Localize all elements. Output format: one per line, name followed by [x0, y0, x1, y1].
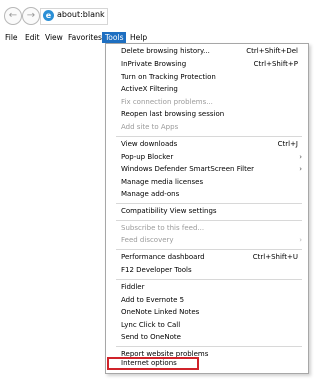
menu-item-fiddler[interactable]: Fiddler — [106, 282, 308, 293]
back-button[interactable]: ← — [4, 7, 22, 25]
menu-file[interactable]: File — [2, 32, 21, 43]
submenu-arrow-icon: › — [299, 236, 302, 244]
menu-separator — [116, 279, 302, 280]
menu-item-activex-filtering[interactable]: ActiveX Filtering — [106, 84, 308, 95]
tools-menu: Delete browsing history... Ctrl+Shift+De… — [105, 43, 309, 374]
menu-item-reopen-last-session[interactable]: Reopen last browsing session — [106, 109, 308, 120]
menu-item-performance-dashboard[interactable]: Performance dashboard Ctrl+Shift+U — [106, 252, 308, 263]
menu-item-send-to-onenote[interactable]: Send to OneNote — [106, 332, 308, 343]
menu-edit[interactable]: Edit — [22, 32, 43, 43]
menu-separator — [116, 136, 302, 137]
address-bar[interactable]: e about:blank — [40, 8, 108, 25]
menu-item-onenote-linked-notes[interactable]: OneNote Linked Notes — [106, 307, 308, 318]
menu-item-f12-developer-tools[interactable]: F12 Developer Tools — [106, 265, 308, 276]
menu-item-lync-click-to-call[interactable]: Lync Click to Call — [106, 320, 308, 331]
submenu-arrow-icon: › — [299, 153, 302, 161]
menu-separator — [116, 220, 302, 221]
menu-item-tracking-protection[interactable]: Turn on Tracking Protection — [106, 72, 308, 83]
menu-separator — [116, 203, 302, 204]
menu-item-add-site-to-apps: Add site to Apps — [121, 123, 179, 131]
address-url[interactable]: about:blank — [57, 10, 105, 19]
back-arrow-icon: ← — [8, 10, 18, 21]
menu-favorites[interactable]: Favorites — [65, 32, 105, 43]
menu-item-inprivate-browsing[interactable]: InPrivate Browsing Ctrl+Shift+P — [106, 59, 308, 70]
menu-item-add-to-evernote[interactable]: Add to Evernote 5 — [106, 295, 308, 306]
submenu-arrow-icon: › — [299, 165, 302, 173]
internet-explorer-icon: e — [43, 10, 54, 21]
menu-item-manage-media-licenses[interactable]: Manage media licenses — [106, 177, 308, 188]
menu-separator — [116, 249, 302, 250]
menu-item-smartscreen-filter[interactable]: Windows Defender SmartScreen Filter › — [106, 164, 308, 175]
menu-separator — [116, 346, 302, 347]
internet-options-highlight-box — [107, 357, 199, 370]
menu-view[interactable]: View — [42, 32, 66, 43]
menu-item-compatibility-view-settings[interactable]: Compatibility View settings — [106, 206, 308, 217]
menu-item-manage-add-ons[interactable]: Manage add-ons — [106, 189, 308, 200]
menu-item-view-downloads[interactable]: View downloads Ctrl+J — [106, 139, 308, 150]
menu-item-popup-blocker[interactable]: Pop-up Blocker › — [106, 152, 308, 163]
forward-arrow-icon: → — [26, 10, 36, 21]
menu-tools[interactable]: Tools — [102, 32, 127, 43]
menu-help[interactable]: Help — [127, 32, 150, 43]
forward-button[interactable]: → — [22, 7, 40, 25]
menu-item-fix-connection-problems: Fix connection problems... — [121, 98, 213, 106]
menu-item-feed-discovery: Feed discovery › — [121, 236, 302, 244]
menu-item-subscribe-to-feed: Subscribe to this feed... — [121, 224, 205, 232]
menu-item-delete-browsing-history[interactable]: Delete browsing history... Ctrl+Shift+De… — [106, 46, 308, 57]
address-bar-row: ← → e about:blank — [0, 0, 321, 30]
